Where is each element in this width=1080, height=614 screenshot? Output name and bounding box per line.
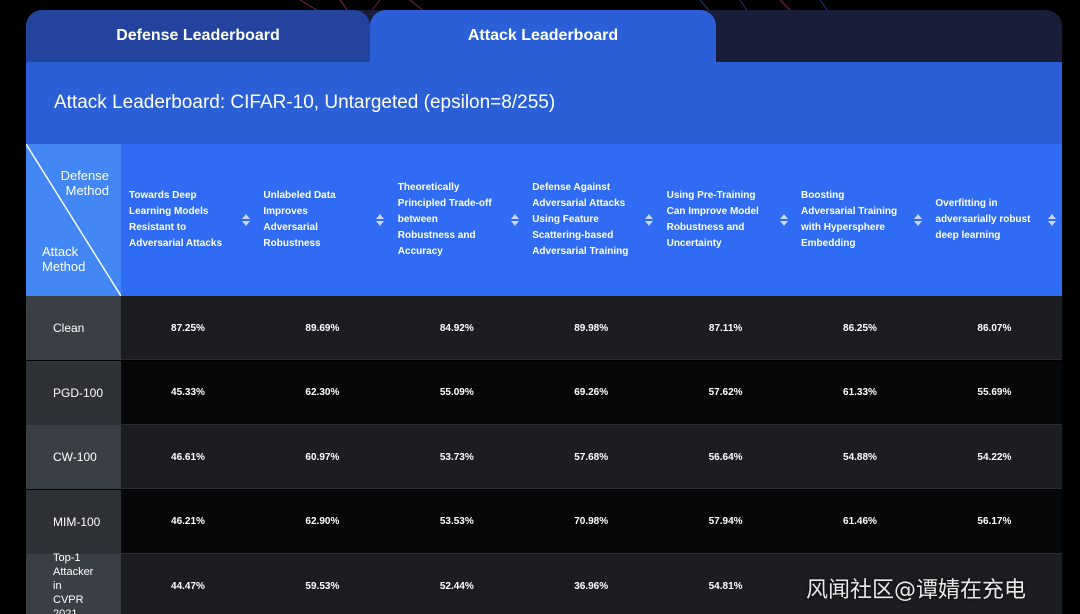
corner-header: Defense Method Attack Method [26,144,121,296]
sort-icon[interactable] [779,212,789,228]
tab-bar: Defense Leaderboard Attack Leaderboard [26,10,1062,62]
table-cell: 57.68% [574,451,609,463]
table-cell: 59.53% [305,580,340,592]
table-header: Defense Method Attack Method Towards Dee… [26,144,1062,296]
table-cell: 57.62% [708,387,743,398]
table-cell: 55.09% [439,387,474,398]
column-header[interactable]: Using Pre-Training Can Improve Model Rob… [659,144,793,296]
tab-defense-leaderboard[interactable]: Defense Leaderboard [26,10,370,62]
corner-attack-label: Attack Method [42,244,86,274]
table-cell: 36.96% [574,580,609,592]
table-cell: 86.25% [843,322,877,334]
sort-icon[interactable] [375,212,385,228]
table-cell: 87.25% [171,322,205,334]
table-row: PGD-100 45.33% 62.30% 55.09% 69.26% 57.62% 61.… [26,360,1062,425]
leaderboard-panel: Defense Leaderboard Attack Leaderboard A… [26,10,1062,614]
row-attack-label: Top-1 Attacker in CVPR 2021 [26,552,121,614]
table-cell: 55.69% [977,387,1012,398]
table-row: Clean 87.25% 89.69% 84.92% 89.98% 87.11% 86.25… [26,296,1062,360]
row-attack-label: Clean [26,296,121,360]
sort-icon[interactable] [510,212,520,228]
table-row: MIM-100 46.21% 62.90% 53.53% 70.98% 57.94% 61.… [26,489,1062,554]
table-cell: 57.94% [708,516,743,527]
table-cell: 46.21% [171,516,205,527]
table-row: CW-100 46.61% 60.97% 53.73% 57.68% 56.64% 54.8… [26,425,1062,489]
table-cell: 70.98% [574,516,609,527]
column-header-label: Boosting Adversarial Training with Hyper… [801,190,898,249]
table-cell: 56.17% [977,516,1012,527]
column-header[interactable]: Towards Deep Learning Models Resistant t… [121,144,255,296]
table-cell: 89.98% [574,322,609,334]
table-cell: 69.26% [574,387,609,398]
column-header-label: Unlabeled Data Improves Adversarial Robu… [263,190,336,249]
row-attack-label: MIM-100 [26,489,121,554]
table-cell: 60.97% [305,451,340,463]
sort-icon[interactable] [1047,212,1057,228]
tab-attack-leaderboard[interactable]: Attack Leaderboard [370,10,716,62]
column-header[interactable]: Theoretically Principled Trade-off betwe… [390,144,524,296]
sort-icon[interactable] [913,212,923,228]
table-cell: 54.81% [708,580,743,592]
table-cell: 61.46% [843,516,877,527]
column-header-label: Using Pre-Training Can Improve Model Rob… [666,190,759,249]
table-cell: 89.69% [305,322,340,334]
row-attack-label: CW-100 [26,425,121,489]
table-cell: 53.53% [439,516,474,527]
table-cell: 56.64% [708,451,743,463]
column-header-label: Theoretically Principled Trade-off betwe… [397,182,492,257]
column-header-label: Towards Deep Learning Models Resistant t… [129,190,223,249]
table-cell: 52.44% [439,580,474,592]
table-cell: 45.33% [171,387,205,398]
column-header[interactable]: Overfitting in adversarially robust deep… [927,144,1061,296]
table-cell: 54.88% [843,451,877,463]
table-cell: 87.11% [708,322,743,334]
column-header[interactable]: Boosting Adversarial Training with Hyper… [793,144,927,296]
watermark-text: 风闻社区@谭婧在充电 [806,578,1027,603]
column-header-label: Overfitting in adversarially robust deep… [935,198,1031,241]
corner-defense-label: Defense Method [60,168,109,198]
table-cell: 84.92% [439,322,474,334]
table-cell: 61.33% [843,387,877,398]
column-header[interactable]: Defense Against Adversarial Attacks Usin… [524,144,658,296]
column-header[interactable]: Unlabeled Data Improves Adversarial Robu… [255,144,389,296]
sort-icon[interactable] [241,212,251,228]
table-cell: 46.61% [171,451,205,463]
sort-icon[interactable] [644,212,654,228]
table-cell: 86.07% [977,322,1012,334]
table-cell: 62.30% [305,387,340,398]
table-cell: 62.90% [305,516,340,527]
page-title: Attack Leaderboard: CIFAR-10, Untargeted… [26,62,1062,144]
row-attack-label: PGD-100 [26,360,121,425]
column-header-label: Defense Against Adversarial Attacks Usin… [532,182,629,257]
table-cell: 53.73% [439,451,474,463]
table-cell: 54.22% [977,451,1012,463]
table-cell: 44.47% [171,580,205,592]
